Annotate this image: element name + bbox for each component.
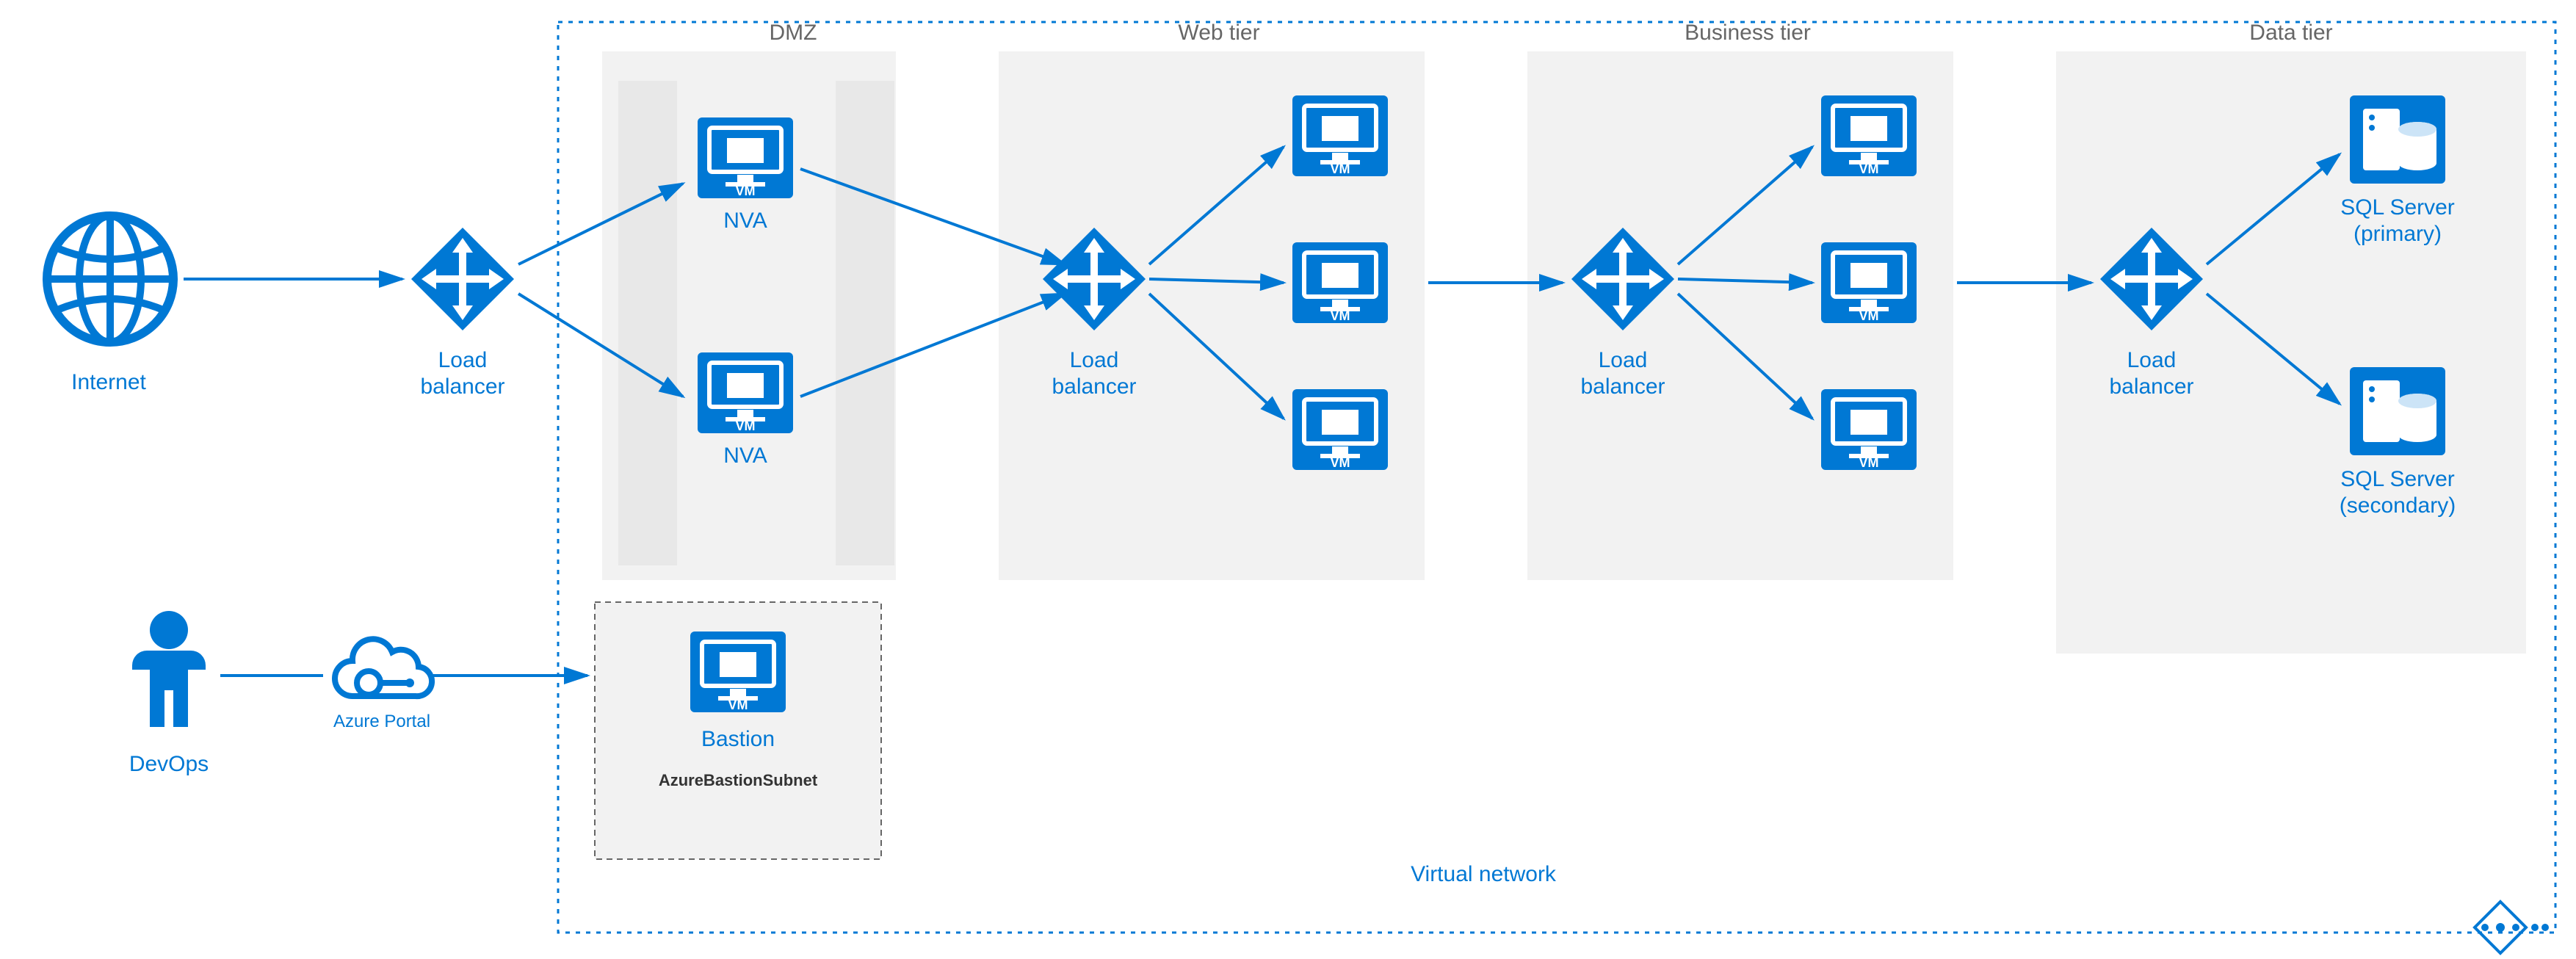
sql-primary-label-1: SQL Server — [2340, 195, 2455, 220]
web-vm-1-icon — [1292, 95, 1388, 176]
sql-secondary-label-1: SQL Server — [2340, 467, 2455, 491]
internet-label: Internet — [71, 370, 146, 394]
web-vm-3-icon — [1292, 389, 1388, 470]
bastion-subnet-label: AzureBastionSubnet — [659, 771, 818, 789]
azure-portal-label: Azure Portal — [333, 712, 430, 731]
dmz-subnet-right — [836, 81, 894, 565]
biz-vm-1-icon — [1821, 95, 1917, 176]
data-lb-label-1: Load — [2127, 348, 2177, 372]
sql-primary-label-2: (primary) — [2354, 222, 2442, 246]
sql-secondary-label-2: (secondary) — [2340, 493, 2456, 518]
web-lb-label-1: Load — [1070, 348, 1119, 372]
data-title: Data tier — [2249, 21, 2332, 45]
nva-label-1: NVA — [723, 209, 767, 233]
data-lb-label-2: balancer — [2109, 374, 2193, 399]
globe-icon — [47, 216, 173, 342]
dmz-title: DMZ — [770, 21, 817, 45]
web-lb-label-2: balancer — [1052, 374, 1136, 399]
biz-vm-2-icon — [1821, 242, 1917, 323]
bastion-vm-icon — [690, 632, 786, 712]
biz-lb-label-2: balancer — [1580, 374, 1665, 399]
public-lb-label-2: balancer — [420, 374, 504, 399]
sql-secondary-icon — [2350, 367, 2445, 455]
architecture-diagram: VM — [0, 0, 2576, 959]
web-vm-2-icon — [1292, 242, 1388, 323]
devops-label: DevOps — [129, 752, 209, 776]
cloud-icon — [335, 639, 432, 696]
business-title: Business tier — [1685, 21, 1811, 45]
biz-lb-label-1: Load — [1599, 348, 1648, 372]
person-icon — [132, 611, 206, 727]
nva-label-2: NVA — [723, 444, 767, 468]
dmz-subnet-left — [618, 81, 677, 565]
nva-vm-2-icon — [698, 352, 793, 433]
bastion-label: Bastion — [701, 727, 775, 751]
biz-vm-3-icon — [1821, 389, 1917, 470]
public-lb-icon — [411, 228, 514, 330]
vnet-icon — [2475, 902, 2549, 953]
web-title: Web tier — [1178, 21, 1259, 45]
sql-primary-icon — [2350, 95, 2445, 184]
public-lb-label-1: Load — [438, 348, 488, 372]
nva-vm-1-icon — [698, 117, 793, 198]
vnet-label: Virtual network — [1411, 862, 1557, 886]
